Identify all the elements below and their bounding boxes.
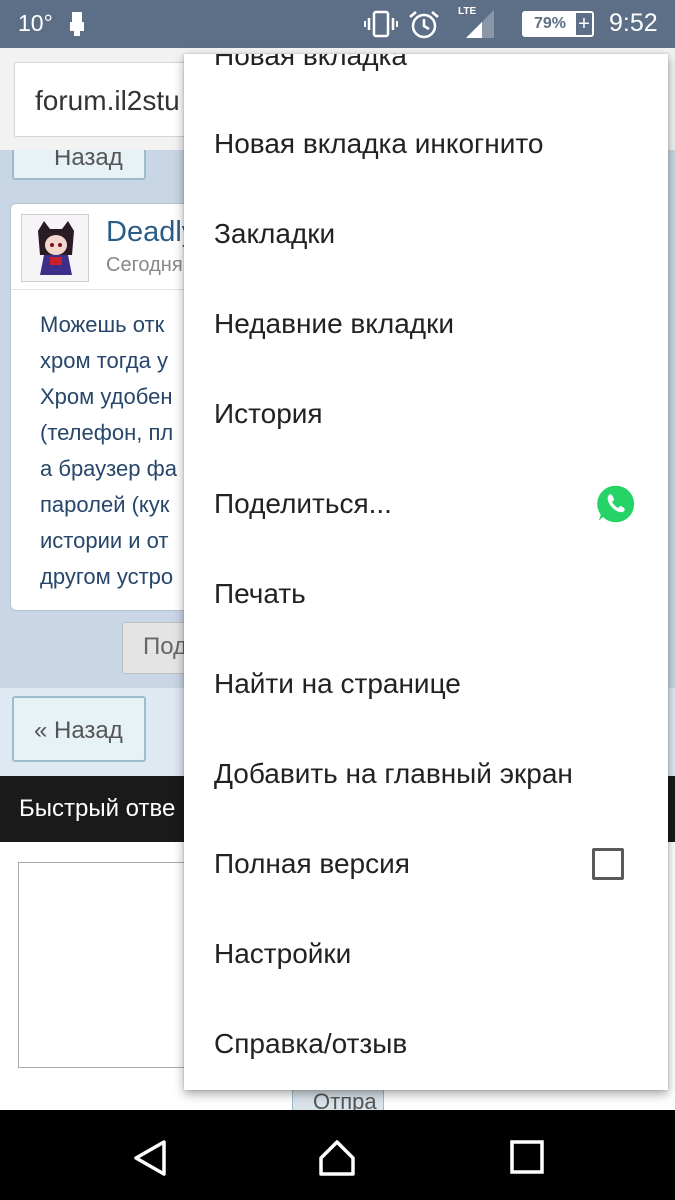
battery-icon: 79% + [522, 11, 594, 37]
vibrate-icon [364, 10, 398, 43]
menu-item-bookmarks[interactable]: Закладки [184, 190, 668, 280]
menu-item-history[interactable]: История [184, 370, 668, 460]
menu-item-label: Недавние вкладки [214, 308, 454, 339]
url-text: forum.il2stu [35, 85, 180, 116]
back-button[interactable]: « Назад [12, 696, 146, 762]
menu-item-label: Закладки [214, 218, 336, 249]
status-bar: 10° LTE 79% + 9:52 [0, 0, 675, 48]
menu-item-label: Добавить на главный экран [214, 758, 573, 789]
menu-item-add-to-home[interactable]: Добавить на главный экран [184, 730, 668, 820]
home-nav-icon[interactable] [317, 1138, 357, 1178]
usb-icon [70, 12, 84, 41]
menu-item-settings[interactable]: Настройки [184, 910, 668, 1000]
menu-item-label: История [214, 398, 323, 429]
menu-item-share[interactable]: Поделиться... [184, 460, 668, 550]
menu-item-label: Новая вкладка инкогнито [214, 128, 544, 159]
desktop-site-checkbox[interactable] [592, 848, 624, 880]
avatar[interactable] [21, 214, 89, 282]
back-button-top[interactable]: Назад [12, 150, 146, 180]
menu-item-label: Найти на странице [214, 668, 461, 699]
post-author[interactable]: Deadly [106, 216, 196, 249]
menu-item-label: Справка/отзыв [214, 1028, 408, 1059]
charging-indicator: + [578, 13, 590, 35]
clock: 9:52 [609, 9, 658, 37]
signal-icon [464, 8, 496, 45]
whatsapp-icon[interactable] [594, 482, 638, 526]
menu-item-new-tab[interactable]: Новая вкладка [214, 54, 407, 72]
menu-item-label: Печать [214, 578, 306, 609]
menu-item-label: Настройки [214, 938, 352, 969]
menu-item-desktop-site[interactable]: Полная версия [184, 820, 668, 910]
menu-item-print[interactable]: Печать [184, 550, 668, 640]
menu-item-recent-tabs[interactable]: Недавние вкладки [184, 280, 668, 370]
menu-item-label: Поделиться... [214, 488, 392, 519]
battery-level: 79% [524, 13, 576, 35]
temperature: 10° [18, 10, 53, 36]
menu-item-help-feedback[interactable]: Справка/отзыв [184, 1000, 668, 1090]
menu-item-incognito-tab[interactable]: Новая вкладка инкогнито [184, 100, 668, 190]
menu-item-label: Полная версия [214, 848, 410, 879]
back-nav-icon[interactable] [130, 1138, 170, 1178]
overflow-menu: Новая вкладка Новая вкладка инкогнито За… [184, 54, 668, 1090]
alarm-icon [408, 10, 440, 45]
menu-item-find-in-page[interactable]: Найти на странице [184, 640, 668, 730]
navigation-bar [0, 1110, 675, 1200]
post-date: Сегодня [106, 254, 183, 276]
recents-nav-icon[interactable] [508, 1138, 548, 1178]
